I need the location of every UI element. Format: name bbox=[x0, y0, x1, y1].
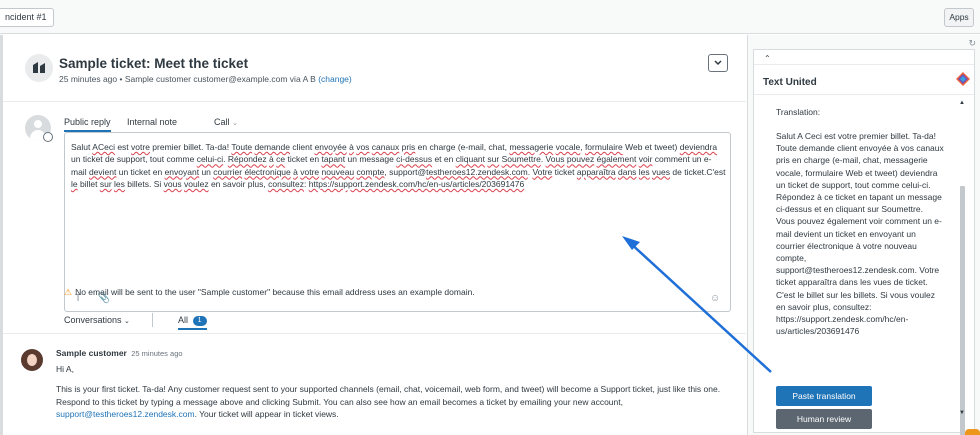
filter-divider bbox=[152, 313, 153, 327]
message-text: This is your first ticket. Ta-da! Any cu… bbox=[56, 384, 721, 407]
message-author: Sample customer 25 minutes ago bbox=[56, 348, 183, 358]
chevron-down-icon: ⌄ bbox=[124, 318, 130, 325]
tab-all[interactable]: All 1 bbox=[178, 315, 207, 330]
zendesk-logo-icon bbox=[33, 62, 45, 73]
text-united-app: ⌃ Text United Translation: Salut A Ceci … bbox=[753, 49, 975, 435]
message-body: Hi A, This is your first ticket. Ta-da! … bbox=[56, 363, 741, 428]
conversations-filter-label: Conversations bbox=[64, 315, 122, 325]
reply-editor[interactable]: Salut ACeci est votre premier billet. Ta… bbox=[64, 132, 731, 312]
tab-public-reply[interactable]: Public reply bbox=[64, 117, 111, 132]
chevron-up-icon[interactable]: ⌃ bbox=[764, 54, 771, 63]
scroll-down-icon[interactable]: ▼ bbox=[959, 410, 965, 416]
message-time: 25 minutes ago bbox=[131, 349, 183, 358]
agent-status-icon bbox=[43, 132, 53, 142]
paste-translation-button[interactable]: Paste translation bbox=[776, 386, 872, 406]
tab-all-label: All bbox=[178, 315, 189, 325]
ticket-meta: 25 minutes ago • Sample customer custome… bbox=[59, 74, 352, 84]
translation-label: Translation: bbox=[776, 107, 821, 117]
all-count-badge: 1 bbox=[192, 316, 207, 326]
refresh-icon[interactable]: ↻ bbox=[968, 38, 976, 49]
translation-text: Salut A Ceci est votre premier billet. T… bbox=[776, 131, 944, 337]
message-greeting: Hi A, bbox=[56, 364, 74, 374]
warning-icon: ⚠ bbox=[64, 287, 73, 297]
message-text-end: . Your ticket will appear in ticket view… bbox=[194, 408, 339, 419]
message-paragraph: This is your first ticket. Ta-da! Any cu… bbox=[56, 383, 741, 420]
ticket-meta-text: 25 minutes ago • Sample customer custome… bbox=[59, 74, 316, 84]
tab-call[interactable]: Call ⌄ bbox=[214, 117, 238, 127]
apps-sidebar: ↻ ⌃ Text United Translation: Salut A Cec… bbox=[747, 35, 980, 435]
ticket-main-pane: Sample ticket: Meet the ticket 25 minute… bbox=[0, 35, 746, 435]
chevron-down-icon: ⌄ bbox=[232, 120, 238, 127]
apps-button[interactable]: Apps bbox=[944, 8, 974, 27]
scroll-up-icon[interactable]: ▲ bbox=[959, 100, 965, 106]
email-warning-text: No email will be sent to the user "Sampl… bbox=[75, 287, 475, 297]
customer-avatar bbox=[21, 349, 43, 371]
conversations-filter[interactable]: Conversations ⌄ bbox=[64, 315, 130, 325]
ticket-tab[interactable]: ncident #1 bbox=[0, 8, 54, 27]
tab-call-label: Call bbox=[214, 117, 230, 127]
ticket-options-button[interactable] bbox=[708, 54, 728, 72]
emoji-icon[interactable]: ☺ bbox=[710, 293, 720, 304]
email-warning: ⚠ No email will be sent to the user "Samp… bbox=[64, 287, 475, 298]
ticket-title: Sample ticket: Meet the ticket bbox=[59, 56, 249, 71]
divider bbox=[754, 64, 974, 65]
message-author-name[interactable]: Sample customer bbox=[56, 348, 127, 358]
brand-logo bbox=[25, 54, 53, 82]
tab-internal-note[interactable]: Internal note bbox=[127, 117, 177, 127]
reply-editor-content[interactable]: Salut ACeci est votre premier billet. Ta… bbox=[71, 141, 726, 190]
human-review-button[interactable]: Human review bbox=[776, 409, 872, 429]
help-widget-tab[interactable] bbox=[965, 429, 980, 435]
top-bar: ncident #1 Apps bbox=[0, 0, 980, 34]
text-united-logo-icon bbox=[956, 72, 970, 86]
app-title: Text United bbox=[763, 77, 817, 88]
change-link[interactable]: (change) bbox=[318, 74, 352, 84]
divider bbox=[3, 333, 746, 334]
support-email-link[interactable]: support@testheroes12.zendesk.com bbox=[56, 409, 195, 419]
divider bbox=[754, 94, 974, 95]
ticket-header: Sample ticket: Meet the ticket 25 minute… bbox=[3, 35, 746, 102]
scroll-thumb[interactable] bbox=[960, 186, 965, 435]
chevron-down-icon bbox=[714, 60, 722, 66]
translation-scrollbar[interactable]: ▲ ▼ bbox=[958, 100, 967, 435]
